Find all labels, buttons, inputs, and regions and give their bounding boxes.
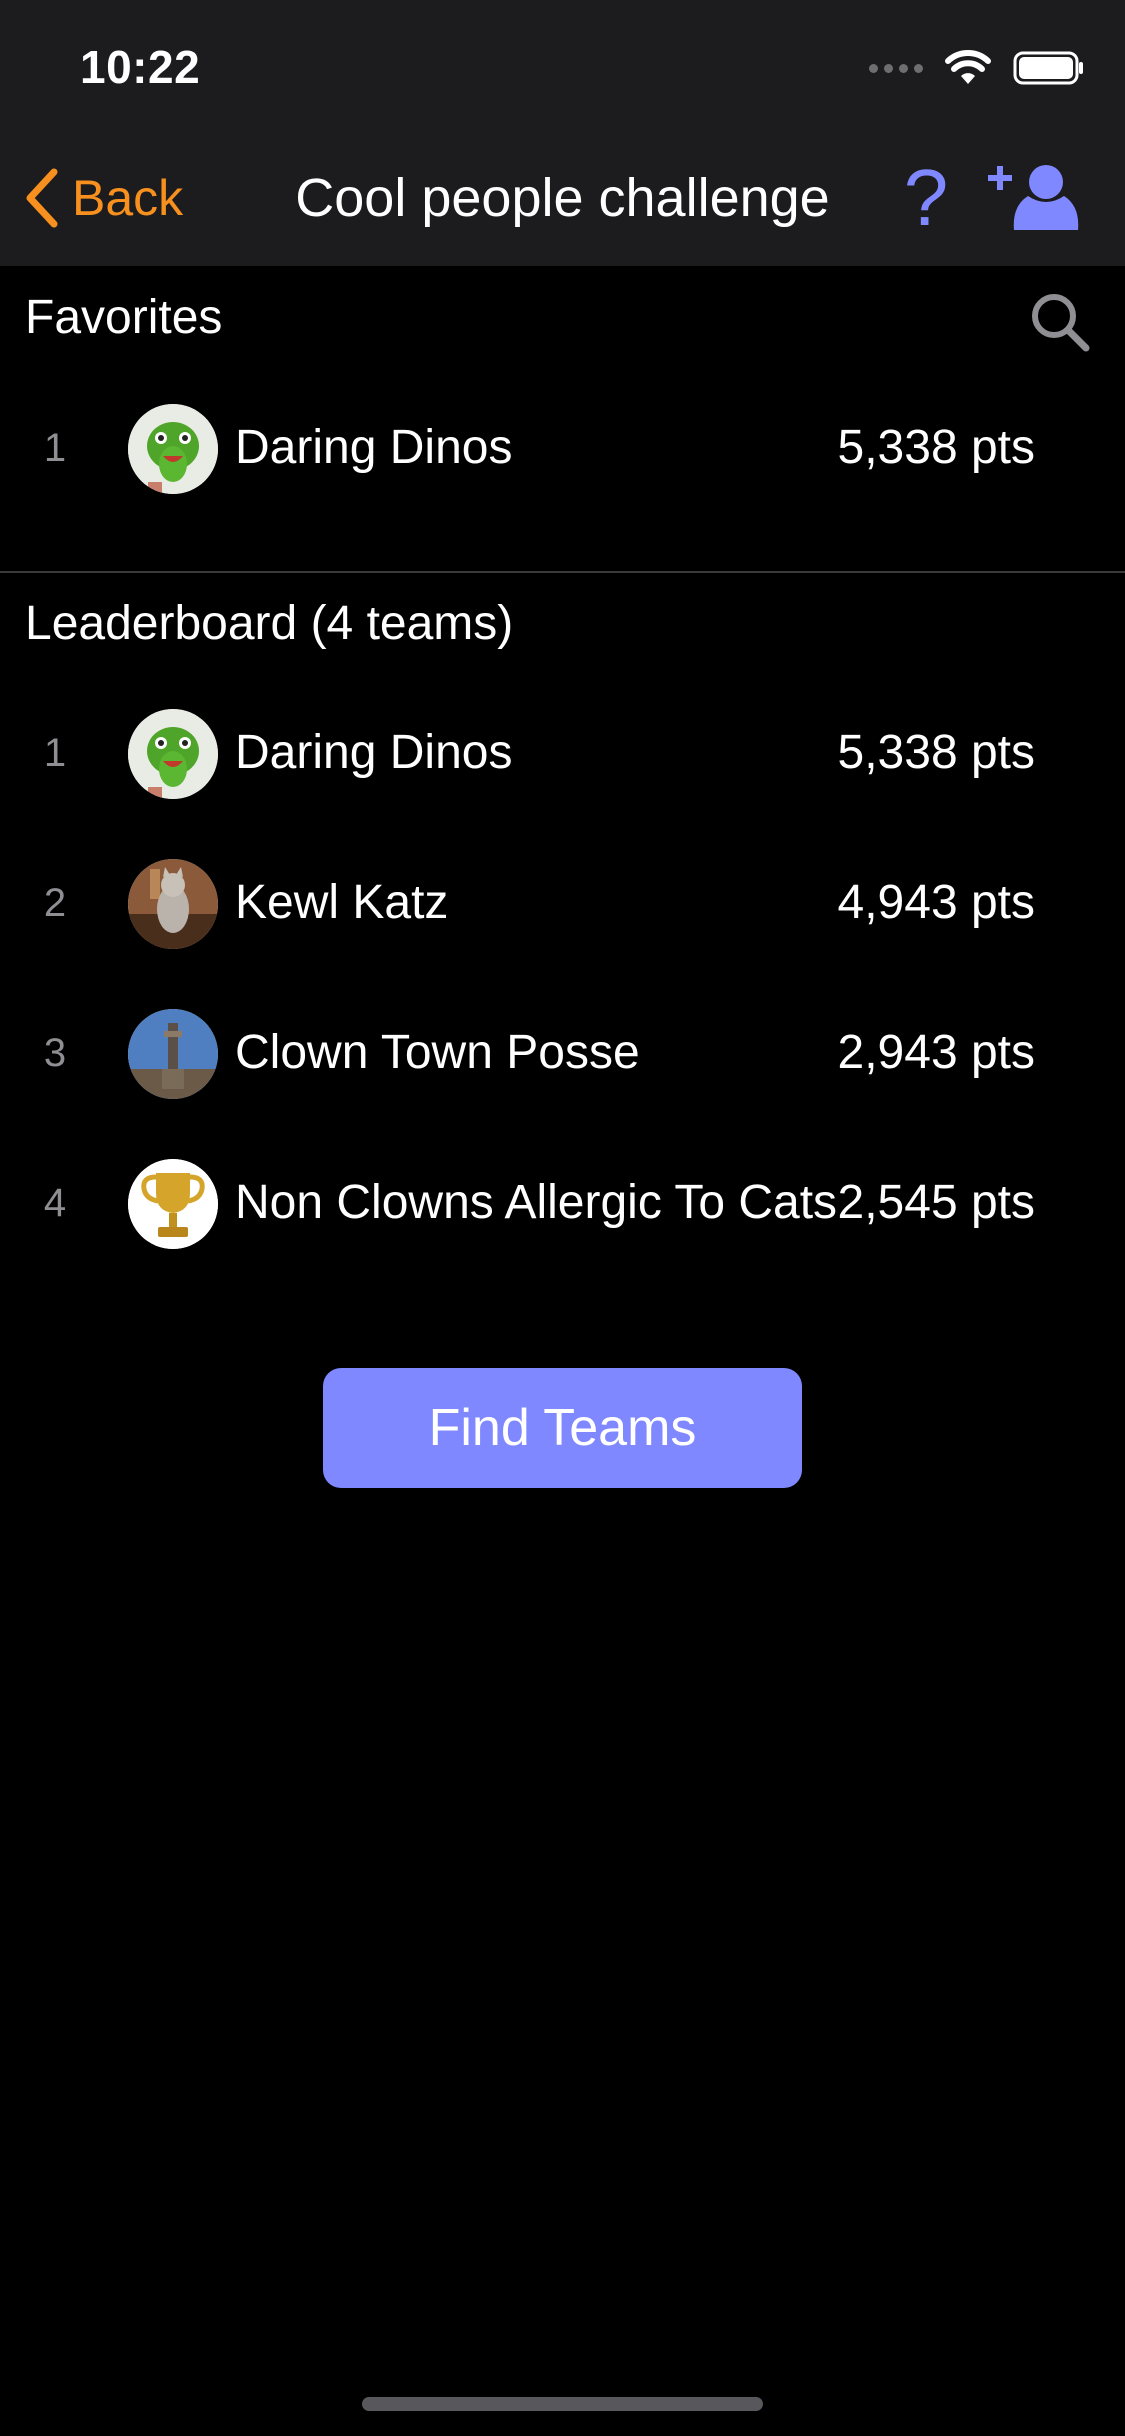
favorite-row[interactable]: 1 Daring Dinos 5,338 pts: [0, 388, 1125, 508]
team-avatar-cat: [128, 859, 218, 949]
team-avatar-tower: [128, 1009, 218, 1099]
team-avatar-dino: [128, 404, 218, 494]
help-button[interactable]: ?: [896, 158, 956, 238]
favorites-title: Favorites: [25, 291, 223, 344]
signal-icon: [869, 63, 923, 73]
status-time: 10:22: [80, 41, 201, 93]
team-name: Daring Dinos: [235, 421, 513, 474]
divider: [0, 571, 1125, 573]
find-teams-button[interactable]: Find Teams: [323, 1368, 802, 1488]
team-points: 2,943 pts: [837, 1026, 1035, 1079]
rank: 1: [43, 731, 67, 775]
add-user-icon: [988, 165, 1079, 230]
team-avatar-trophy: [128, 1159, 218, 1249]
status-icons: [869, 48, 1085, 88]
leaderboard-row[interactable]: 4 Non Clowns Allergic To Cats 2,545 pts: [0, 1143, 1125, 1263]
team-avatar-dino: [128, 709, 218, 799]
leaderboard-title: Leaderboard (4 teams): [25, 597, 514, 650]
team-points: 5,338 pts: [837, 421, 1035, 474]
search-icon: [1032, 294, 1090, 352]
page-title: Cool people challenge: [295, 168, 830, 228]
navigation-bar: 10:22 Back Cool people challenge ?: [0, 0, 1125, 266]
battery-icon: [1013, 51, 1083, 85]
wifi-icon: [945, 50, 991, 84]
team-points: 4,943 pts: [837, 876, 1035, 929]
rank: 1: [43, 426, 67, 470]
rank: 2: [43, 881, 67, 925]
search-button[interactable]: [1028, 290, 1092, 354]
leaderboard-row[interactable]: 1 Daring Dinos 5,338 pts: [0, 693, 1125, 813]
team-name: Kewl Katz: [235, 876, 449, 929]
leaderboard-row[interactable]: 3 Clown Town Posse 2,943 pts: [0, 993, 1125, 1113]
add-user-button[interactable]: [988, 160, 1080, 236]
team-points: 5,338 pts: [837, 726, 1035, 779]
home-indicator[interactable]: [362, 2397, 763, 2411]
rank: 4: [43, 1181, 67, 1225]
team-name: Daring Dinos: [235, 726, 513, 779]
team-name: Non Clowns Allergic To Cats: [235, 1176, 838, 1229]
team-points: 2,545 pts: [837, 1176, 1035, 1229]
rank: 3: [43, 1031, 67, 1075]
leaderboard-row[interactable]: 2 Kewl Katz 4,943 pts: [0, 843, 1125, 963]
help-icon: ?: [903, 153, 949, 242]
team-name: Clown Town Posse: [235, 1026, 640, 1079]
